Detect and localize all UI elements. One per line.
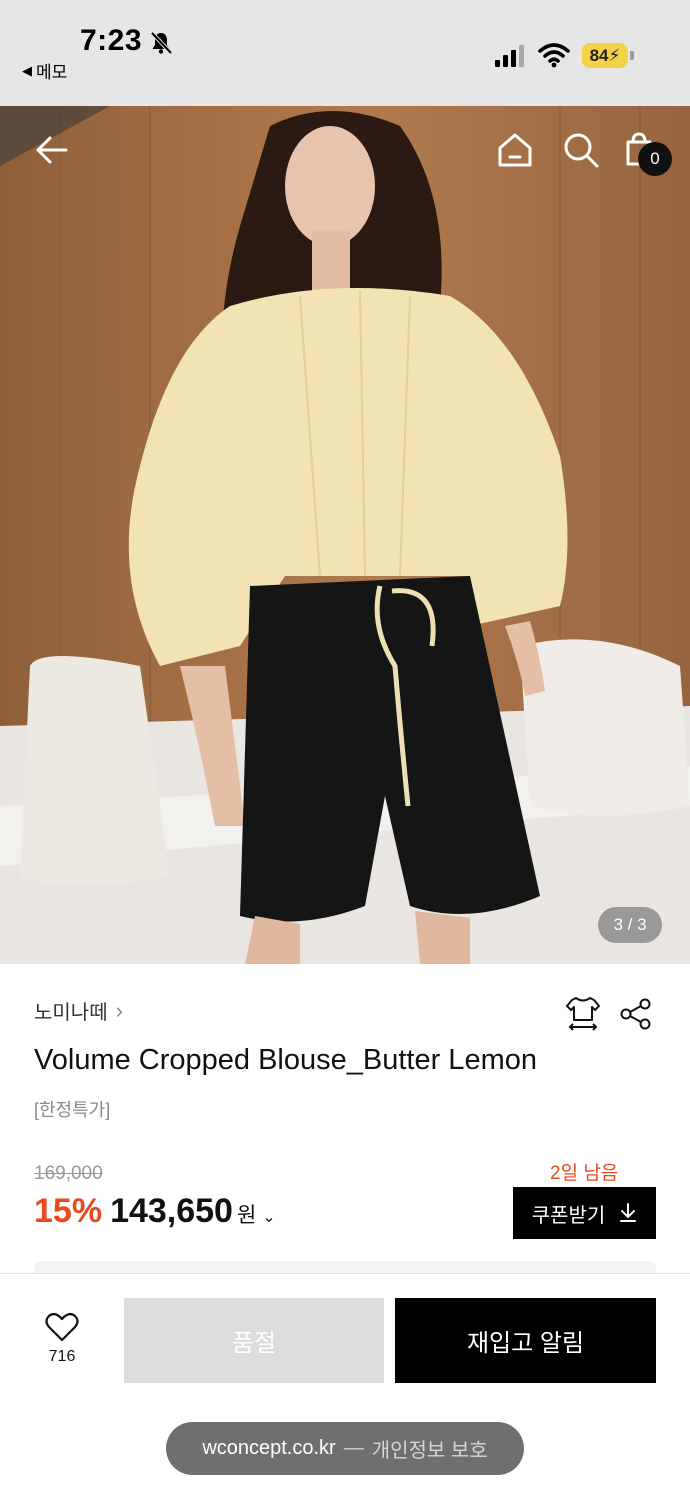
home-icon[interactable] bbox=[495, 130, 535, 170]
currency-label: 원 bbox=[236, 1204, 257, 1227]
url-domain: wconcept.co.kr bbox=[202, 1437, 336, 1459]
product-image-gallery[interactable] bbox=[0, 106, 690, 964]
wishlist-button[interactable]: 716 bbox=[34, 1312, 90, 1374]
url-separator: — bbox=[343, 1437, 364, 1459]
product-tag: [한정특가] bbox=[34, 1100, 111, 1120]
price-detail-toggle[interactable]: 15% 143,650 원 ⌄ bbox=[34, 1192, 276, 1231]
bell-slash-icon bbox=[148, 30, 174, 56]
gallery-page-indicator: 3 / 3 bbox=[598, 907, 662, 943]
coupon-days-left: 2일 남음 bbox=[550, 1163, 619, 1184]
signal-icon bbox=[494, 44, 528, 68]
search-icon[interactable] bbox=[561, 130, 601, 170]
chevron-right-icon: › bbox=[115, 997, 123, 1023]
back-to-app-link[interactable]: ◀ 메모 bbox=[22, 58, 67, 83]
wish-count: 716 bbox=[48, 1348, 76, 1365]
browser-url-pill[interactable]: wconcept.co.kr — 개인정보 보호 bbox=[166, 1422, 524, 1475]
original-price: 169,000 bbox=[34, 1163, 103, 1184]
soldout-button: 품절 bbox=[124, 1298, 384, 1383]
share-icon[interactable] bbox=[618, 996, 654, 1032]
cart-count-badge: 0 bbox=[638, 142, 672, 176]
charging-bolt-icon: ⚡ bbox=[608, 45, 621, 65]
wifi-icon bbox=[538, 42, 570, 68]
battery-level: 84 bbox=[589, 45, 609, 65]
battery-cap bbox=[630, 51, 634, 60]
back-app-label: 메모 bbox=[36, 63, 68, 82]
coupon-button-label: 쿠폰받기 bbox=[531, 1204, 606, 1227]
battery-icon: 84 ⚡ bbox=[582, 43, 628, 68]
product-photo bbox=[0, 106, 690, 964]
back-arrow-icon[interactable] bbox=[32, 130, 72, 170]
product-title: Volume Cropped Blouse_Butter Lemon bbox=[34, 1044, 537, 1076]
status-bar: 7:23 ◀ 메모 84 ⚡ bbox=[0, 0, 690, 106]
size-guide-icon[interactable] bbox=[564, 994, 602, 1032]
status-time: 7:23 bbox=[80, 24, 143, 57]
privacy-label: 개인정보 보호 bbox=[371, 1440, 488, 1462]
download-icon bbox=[620, 1203, 637, 1222]
back-triangle-icon: ◀ bbox=[22, 62, 32, 78]
sale-price: 143,650 bbox=[110, 1192, 233, 1230]
discount-rate: 15% bbox=[34, 1192, 103, 1230]
restock-alert-button[interactable]: 재입고 알림 bbox=[395, 1298, 656, 1383]
heart-icon bbox=[45, 1312, 79, 1342]
get-coupon-button[interactable]: 쿠폰받기 bbox=[513, 1187, 656, 1239]
brand-link[interactable]: 노미나떼 › bbox=[34, 996, 123, 1025]
brand-name: 노미나떼 bbox=[34, 1002, 108, 1024]
chevron-down-icon: ⌄ bbox=[262, 1209, 276, 1226]
